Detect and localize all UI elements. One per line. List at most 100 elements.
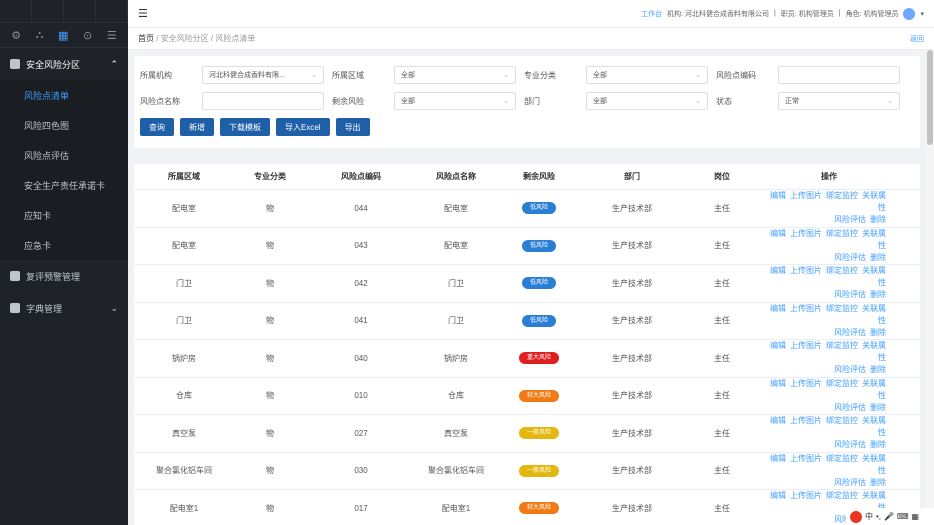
risk-eval-link[interactable]: 风险评估 xyxy=(834,478,866,487)
edit-link[interactable]: 编辑 xyxy=(770,191,786,200)
sidebar-item-emergency-card[interactable]: 应急卡 xyxy=(0,230,128,260)
upload-image-link[interactable]: 上传图片 xyxy=(790,416,822,425)
delete-link[interactable]: 删除 xyxy=(870,365,886,374)
download-template-button[interactable]: 下载模板 xyxy=(220,118,270,136)
scrollbar-thumb[interactable] xyxy=(927,50,933,145)
bind-monitor-link[interactable]: 绑定监控 xyxy=(826,416,858,425)
bind-monitor-link[interactable]: 绑定监控 xyxy=(826,341,858,350)
upload-image-link[interactable]: 上传图片 xyxy=(790,491,822,500)
delete-link[interactable]: 删除 xyxy=(870,215,886,224)
risk-eval-link[interactable]: 风险评估 xyxy=(834,253,866,262)
hamburger-icon[interactable]: ☰ xyxy=(138,7,148,20)
bind-monitor-link[interactable]: 绑定监控 xyxy=(826,379,858,388)
link-attr-link[interactable]: 关联属性 xyxy=(862,379,886,400)
import-excel-button[interactable]: 导入Excel xyxy=(276,118,330,136)
edit-link[interactable]: 编辑 xyxy=(770,379,786,388)
delete-link[interactable]: 删除 xyxy=(870,253,886,262)
upload-image-link[interactable]: 上传图片 xyxy=(790,191,822,200)
sidebar-group-review[interactable]: 复评预警管理 xyxy=(0,260,128,292)
code-input[interactable] xyxy=(778,66,900,84)
sidebar-item-risk-map[interactable]: 风险四色图 xyxy=(0,110,128,140)
sidebar-item-risk-list[interactable]: 风险点清单 xyxy=(0,80,128,110)
link-attr-link[interactable]: 关联属性 xyxy=(862,341,886,362)
sidebar-item-risk-eval[interactable]: 风险点评估 xyxy=(0,140,128,170)
scrollbar[interactable] xyxy=(926,50,934,525)
residual-select[interactable]: 全部 ⌄ xyxy=(394,92,516,110)
risk-eval-link[interactable]: 风险评估 xyxy=(834,290,866,299)
bind-monitor-link[interactable]: 绑定监控 xyxy=(826,454,858,463)
edit-link[interactable]: 编辑 xyxy=(770,491,786,500)
risk-eval-link[interactable]: 风险评估 xyxy=(834,440,866,449)
upload-image-link[interactable]: 上传图片 xyxy=(790,229,822,238)
sidebar-item-know-card[interactable]: 应知卡 xyxy=(0,200,128,230)
sidebar-group-dict[interactable]: 字典管理 ⌄ xyxy=(0,292,128,324)
upload-image-link[interactable]: 上传图片 xyxy=(790,454,822,463)
add-button[interactable]: 新增 xyxy=(180,118,214,136)
grid-icon[interactable]: ▦ xyxy=(912,512,920,521)
bind-monitor-link[interactable]: 绑定监控 xyxy=(826,491,858,500)
risk-eval-link[interactable]: 风险评估 xyxy=(834,328,866,337)
back-link[interactable]: 返回 xyxy=(910,34,924,44)
link-attr-link[interactable]: 关联属性 xyxy=(862,416,886,437)
grid-icon[interactable]: ▦ xyxy=(58,29,68,42)
delete-link[interactable]: 删除 xyxy=(870,440,886,449)
delete-link[interactable]: 删除 xyxy=(870,290,886,299)
filter-panel: 所属机构 河北科健合成香料有限... ⌄ 所属区域 全部 ⌄ 专业分类 全部 ⌄ 风险… xyxy=(134,56,920,148)
category-label: 专业分类 xyxy=(524,70,556,80)
upload-image-link[interactable]: 上传图片 xyxy=(790,379,822,388)
risk-badge: 一般风险 xyxy=(518,464,559,477)
workspace-link[interactable]: 工作台 xyxy=(641,9,662,19)
link-attr-link[interactable]: 关联属性 xyxy=(862,229,886,250)
edit-link[interactable]: 编辑 xyxy=(770,266,786,275)
edit-link[interactable]: 编辑 xyxy=(770,416,786,425)
sidebar-item-pledge-card[interactable]: 安全生产责任承诺卡 xyxy=(0,170,128,200)
keyboard-icon[interactable]: ⌨ xyxy=(897,512,909,521)
link-attr-link[interactable]: 关联属性 xyxy=(862,191,886,212)
caret-down-icon[interactable]: ▾ xyxy=(920,10,924,18)
upload-image-link[interactable]: 上传图片 xyxy=(790,341,822,350)
risk-eval-link[interactable]: 风险评估 xyxy=(834,403,866,412)
status-select[interactable]: 正常 ⌄ xyxy=(778,92,900,110)
user-info: 工作台 机构: 河北科健合成香料有限公司 | 职员: 机构管理员 | 角色: 机… xyxy=(641,7,924,20)
area-select[interactable]: 全部 ⌄ xyxy=(394,66,516,84)
bind-monitor-link[interactable]: 绑定监控 xyxy=(826,304,858,313)
delete-link[interactable]: 删除 xyxy=(870,328,886,337)
bind-monitor-link[interactable]: 绑定监控 xyxy=(826,191,858,200)
link-attr-link[interactable]: 关联属性 xyxy=(862,454,886,475)
mic-icon[interactable]: 🎤 xyxy=(884,512,894,521)
breadcrumb-home[interactable]: 首页 xyxy=(138,34,154,43)
edit-link[interactable]: 编辑 xyxy=(770,454,786,463)
edit-link[interactable]: 编辑 xyxy=(770,304,786,313)
export-button[interactable]: 导出 xyxy=(335,118,370,136)
bind-monitor-link[interactable]: 绑定监控 xyxy=(826,266,858,275)
org-icon[interactable]: ⛬ xyxy=(36,29,44,42)
name-input[interactable] xyxy=(202,92,324,110)
breadcrumb-level1[interactable]: 安全风险分区 xyxy=(161,34,209,43)
link-attr-link[interactable]: 关联属性 xyxy=(862,304,886,325)
upload-image-link[interactable]: 上传图片 xyxy=(790,266,822,275)
dept-select[interactable]: 全部 ⌄ xyxy=(586,92,708,110)
delete-link[interactable]: 删除 xyxy=(870,403,886,412)
risk-eval-link[interactable]: 风险评估 xyxy=(834,365,866,374)
sidebar-group-risk-zone[interactable]: 安全风险分区 ⌃ xyxy=(0,48,128,80)
circle-icon[interactable]: ⊙ xyxy=(83,29,92,42)
table-row: 配电室 物 044 配电室 低风险 生产技术部 主任 编辑 上传图片 绑定监控 关联属性 风险评估 删除 xyxy=(134,190,920,228)
settings-icon[interactable]: ⚙ xyxy=(11,29,21,42)
upload-image-link[interactable]: 上传图片 xyxy=(790,304,822,313)
edit-link[interactable]: 编辑 xyxy=(770,341,786,350)
punctuation-icon[interactable]: •, xyxy=(876,512,881,521)
org-select[interactable]: 河北科健合成香料有限... ⌄ xyxy=(202,66,324,84)
edit-link[interactable]: 编辑 xyxy=(770,229,786,238)
bind-monitor-link[interactable]: 绑定监控 xyxy=(826,229,858,238)
ime-toolbar[interactable]: 中 •, 🎤 ⌨ ▦ xyxy=(846,508,934,525)
table-row: 门卫 物 042 门卫 低风险 生产技术部 主任 编辑 上传图片 绑定监控 关联属性 风险评估 删除 xyxy=(134,265,920,303)
delete-link[interactable]: 删除 xyxy=(870,478,886,487)
category-cell: 物 xyxy=(266,428,274,438)
avatar[interactable] xyxy=(903,7,916,20)
link-attr-link[interactable]: 关联属性 xyxy=(862,266,886,287)
list-icon[interactable]: ☰ xyxy=(107,29,117,42)
risk-eval-link[interactable]: 风险评估 xyxy=(834,215,866,224)
search-button[interactable]: 查询 xyxy=(140,118,174,136)
category-select[interactable]: 全部 ⌄ xyxy=(586,66,708,84)
ime-mode-icon[interactable]: 中 xyxy=(865,511,873,522)
